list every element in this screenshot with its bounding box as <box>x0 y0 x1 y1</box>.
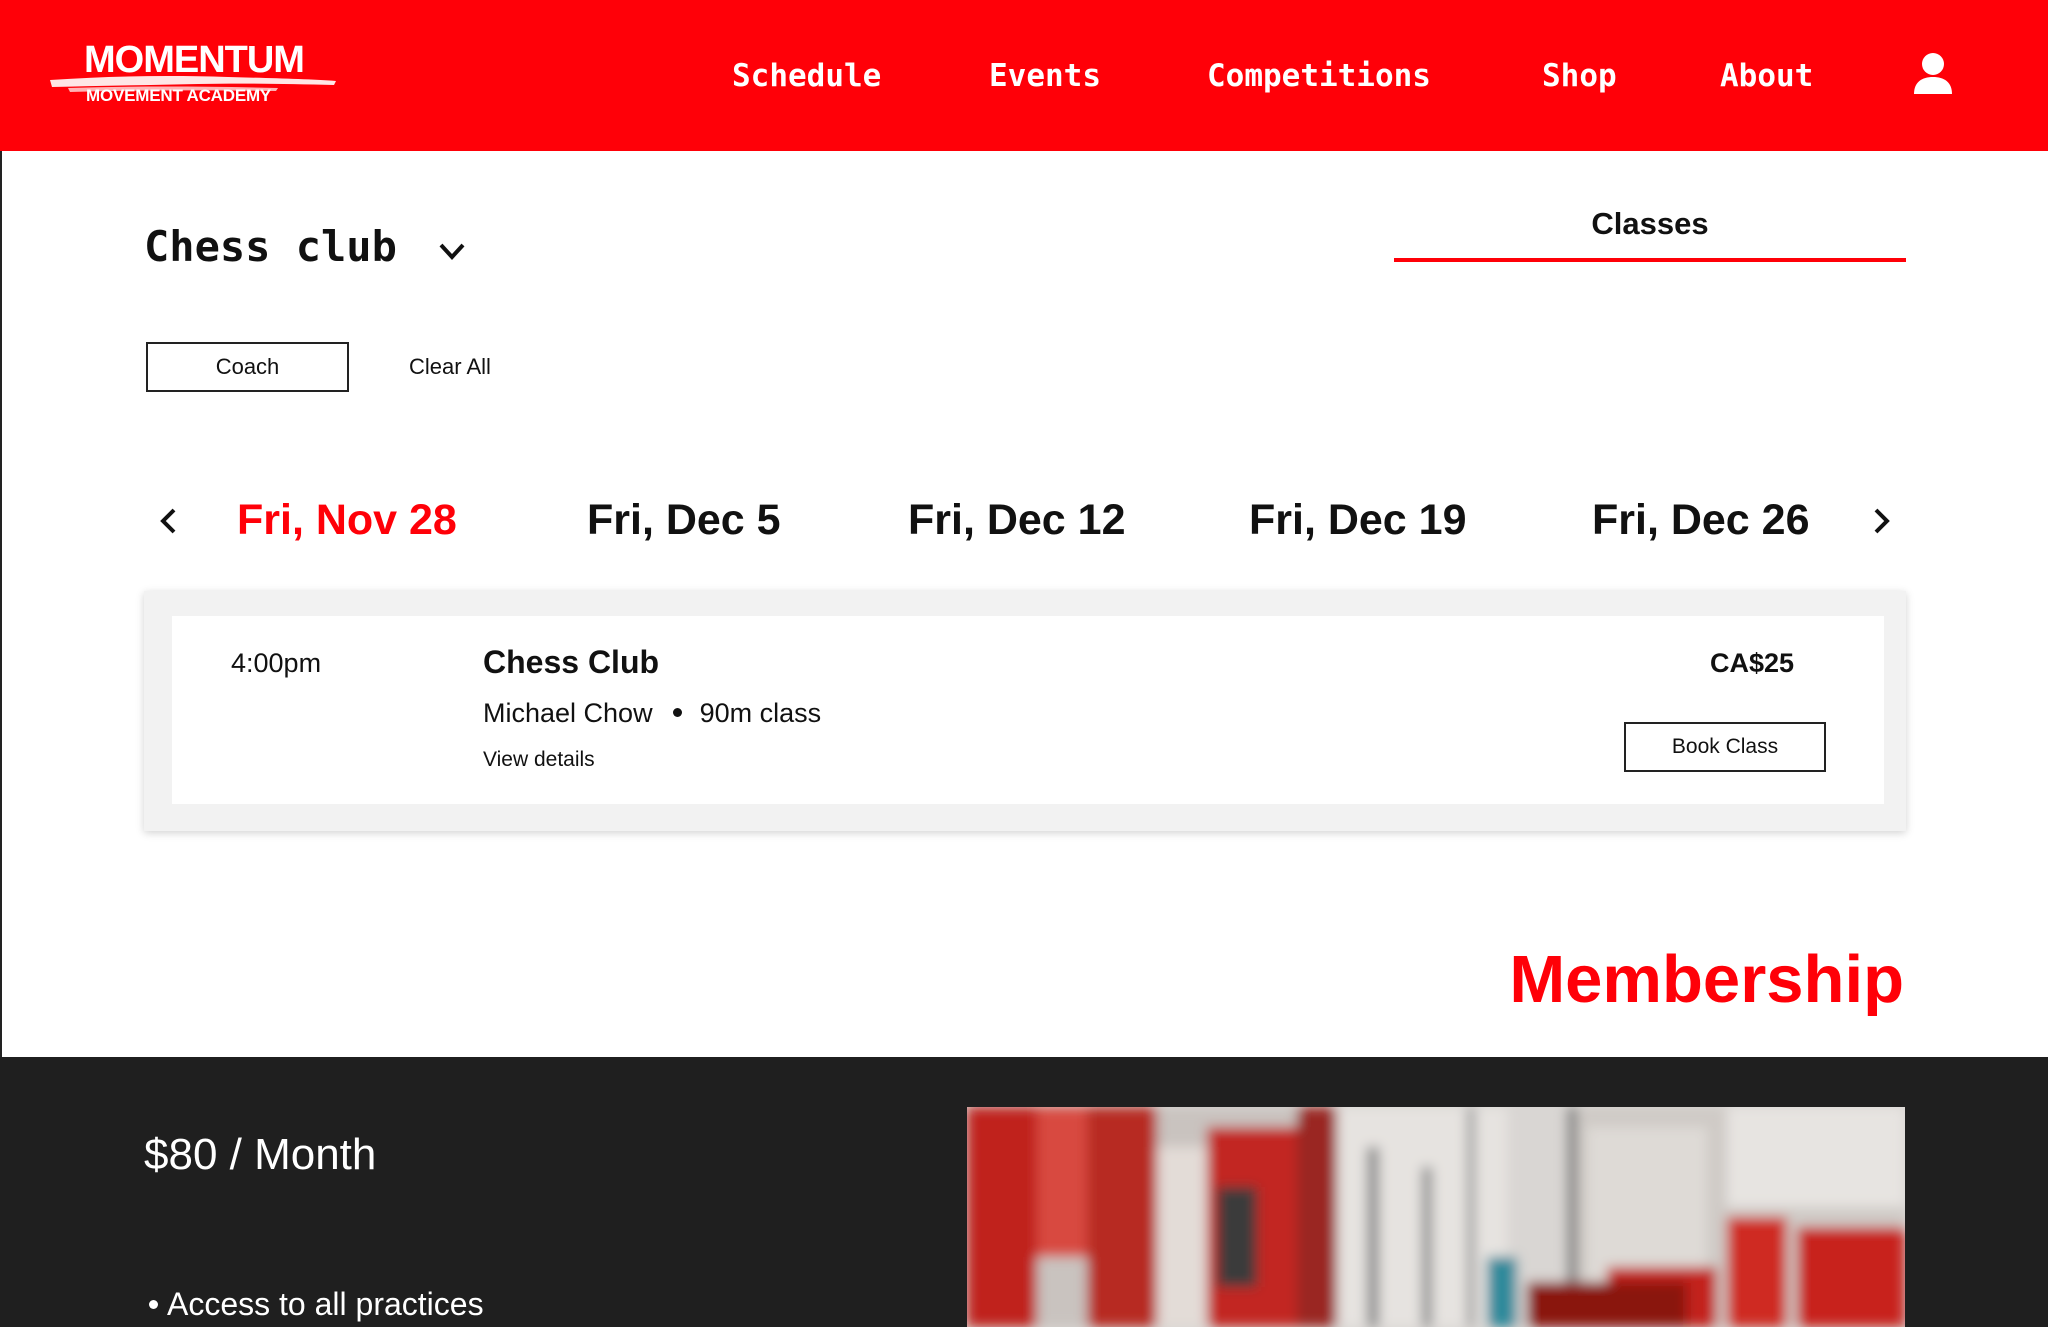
date-tab-dec-5[interactable]: Fri, Dec 5 <box>587 494 781 546</box>
coach-filter-button[interactable]: Coach <box>146 342 349 392</box>
gym-photo <box>967 1107 1905 1327</box>
nav-item-events[interactable]: Events <box>989 56 1101 96</box>
class-coach: Michael Chow <box>483 698 653 728</box>
view-details-link[interactable]: View details <box>483 746 595 774</box>
class-time: 4:00pm <box>231 648 322 678</box>
date-tab-nov-28[interactable]: Fri, Nov 28 <box>237 494 457 546</box>
brand-logo[interactable]: MOMENTUM MOVEMENT ACADEMY <box>48 38 338 112</box>
tab-classes-label: Classes <box>1591 206 1709 241</box>
user-icon[interactable] <box>1912 52 1954 96</box>
nav-item-about[interactable]: About <box>1720 56 1813 96</box>
page-title: Chess club <box>144 222 397 271</box>
chevron-right-icon[interactable] <box>1866 502 1896 540</box>
brand-tagline: MOVEMENT ACADEMY <box>86 86 272 105</box>
date-tab-dec-26[interactable]: Fri, Dec 26 <box>1592 494 1810 546</box>
page-border <box>0 151 2 1057</box>
clear-all-link[interactable]: Clear All <box>409 352 491 382</box>
class-name: Chess Club <box>483 644 660 680</box>
chevron-left-icon[interactable] <box>154 502 184 540</box>
separator-dot <box>672 707 682 717</box>
class-price: CA$25 <box>1709 648 1795 678</box>
date-tab-dec-12[interactable]: Fri, Dec 12 <box>908 494 1126 546</box>
nav-item-competitions[interactable]: Competitions <box>1207 56 1431 96</box>
nav-item-shop[interactable]: Shop <box>1542 56 1617 96</box>
brand-name: MOMENTUM <box>84 39 305 81</box>
membership-benefit-text: Access to all practices <box>167 1286 484 1322</box>
date-tab-dec-19[interactable]: Fri, Dec 19 <box>1249 494 1467 546</box>
site-header: MOMENTUM MOVEMENT ACADEMY Schedule Event… <box>0 0 2048 151</box>
membership-heading: Membership <box>1509 942 1904 1017</box>
class-meta: Michael Chow 90m class <box>483 696 821 730</box>
class-card: 4:00pm Chess Club Michael Chow 90m class … <box>172 616 1884 804</box>
bullet-dot <box>149 1300 158 1309</box>
membership-benefit-item: Access to all practices <box>149 1284 484 1324</box>
tab-active-indicator <box>1394 258 1906 262</box>
membership-price: $80 / Month <box>144 1130 377 1179</box>
tab-classes[interactable]: Classes <box>1394 204 1906 262</box>
class-duration: 90m class <box>699 698 822 728</box>
nav-item-schedule[interactable]: Schedule <box>732 56 881 96</box>
chevron-down-icon[interactable] <box>436 236 468 266</box>
book-class-button[interactable]: Book Class <box>1624 722 1826 772</box>
class-list: 4:00pm Chess Club Michael Chow 90m class … <box>144 591 1906 831</box>
